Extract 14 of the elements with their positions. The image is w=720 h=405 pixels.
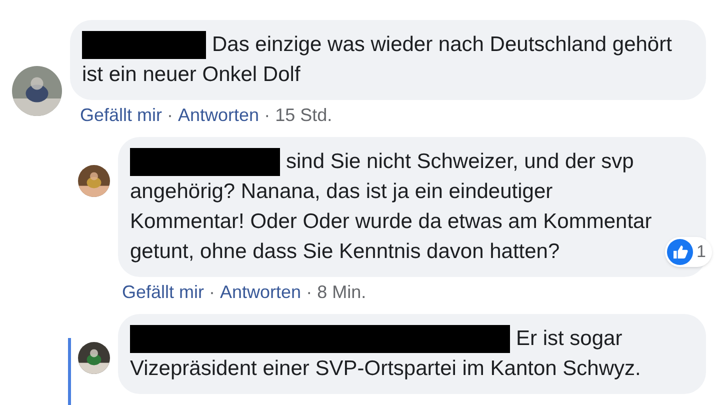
comment-text: sind Sie nicht Schweizer, und der svp angehörig? Nanana, das ist ja ein eindeutiger Kommentar! Oder Oder wurde da etwas am Kommentar getunt, ohne dass Sie Kenntnis davon hatten? [130,147,653,265]
comment-time: 8 Min. [317,281,366,304]
like-link[interactable]: Gefällt mir [80,102,162,129]
comment-text: Er ist sogar Vizepräsident einer SVP-Ortspartei im Kanton Schwyz. [130,324,642,382]
reaction-count: 1 [696,241,706,264]
separator-dot: · [167,104,174,127]
like-link[interactable]: Gefällt mir [122,279,204,306]
reply-link[interactable]: Antworten [178,102,260,129]
separator-dot: · [209,281,216,304]
comment-time: 15 Std. [275,104,332,127]
reply-link[interactable]: Antworten [220,279,302,306]
comment-text: Das einzige was wieder nach Deutschland gehört ist ein neuer Onkel Dolf [82,30,673,88]
separator-dot: · [264,104,270,127]
separator-dot: · [306,281,312,304]
